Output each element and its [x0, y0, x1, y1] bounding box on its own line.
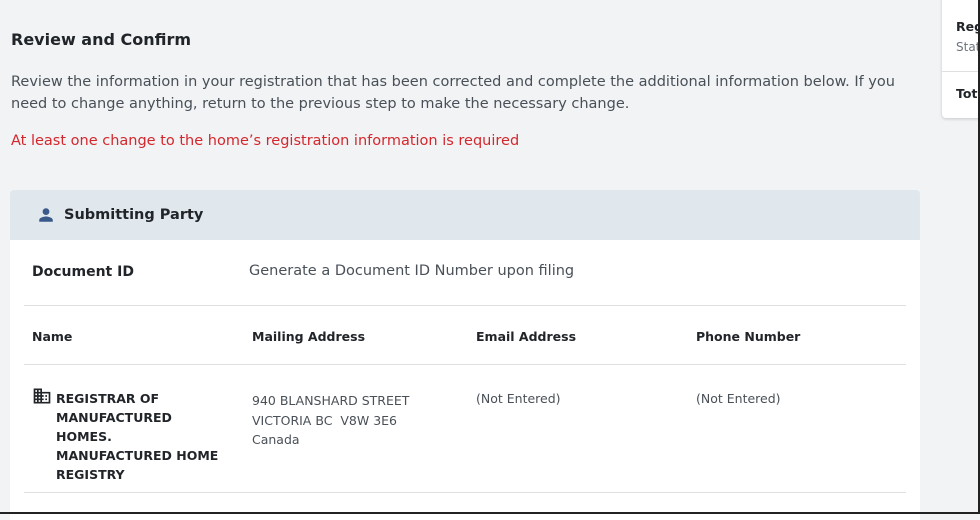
table-row: REGISTRAR OF MANUFACTURED HOMES. MANUFAC… — [24, 365, 906, 493]
fee-summary-total: Tota — [956, 86, 980, 101]
submitting-party-title: Submitting Party — [64, 207, 204, 223]
column-email: Email Address — [476, 329, 577, 344]
party-email: (Not Entered) — [476, 391, 561, 406]
page-title: Review and Confirm — [11, 30, 192, 49]
fee-summary-status: Stat — [956, 40, 980, 54]
table-header: Name Mailing Address Email Address Phone… — [24, 306, 906, 365]
party-address: 940 BLANSHARD STREET VICTORIA BC V8W 3E6… — [252, 391, 409, 450]
business-icon — [33, 388, 51, 404]
column-name: Name — [32, 329, 73, 344]
address-line-2: VICTORIA BC V8W 3E6 — [252, 412, 398, 428]
fee-summary-heading: Reg — [956, 19, 980, 34]
submitting-party-header: Submitting Party — [10, 190, 920, 240]
column-mailing-address: Mailing Address — [252, 329, 366, 344]
document-id-value: Generate a Document ID Number upon filin… — [249, 263, 575, 279]
party-name: REGISTRAR OF MANUFACTURED HOMES. MANUFAC… — [56, 391, 219, 482]
fee-summary-panel: Reg Stat Tota — [942, 0, 980, 118]
party-name-cell: REGISTRAR OF MANUFACTURED HOMES. MANUFAC… — [32, 388, 226, 484]
submitting-party-card: Submitting Party Document ID Generate a … — [10, 190, 920, 520]
document-id-row: Document ID Generate a Document ID Numbe… — [24, 240, 906, 306]
address-line-1: 940 BLANSHARD STREET — [252, 393, 410, 408]
address-line-3: Canada — [252, 432, 300, 447]
person-icon — [39, 208, 53, 222]
error-message: At least one change to the home’s regist… — [11, 133, 520, 149]
party-phone: (Not Entered) — [696, 391, 781, 406]
review-description: Review the information in your registrat… — [11, 74, 895, 112]
fee-summary-divider — [942, 71, 980, 72]
document-id-label: Document ID — [32, 264, 134, 280]
column-phone: Phone Number — [696, 329, 801, 344]
